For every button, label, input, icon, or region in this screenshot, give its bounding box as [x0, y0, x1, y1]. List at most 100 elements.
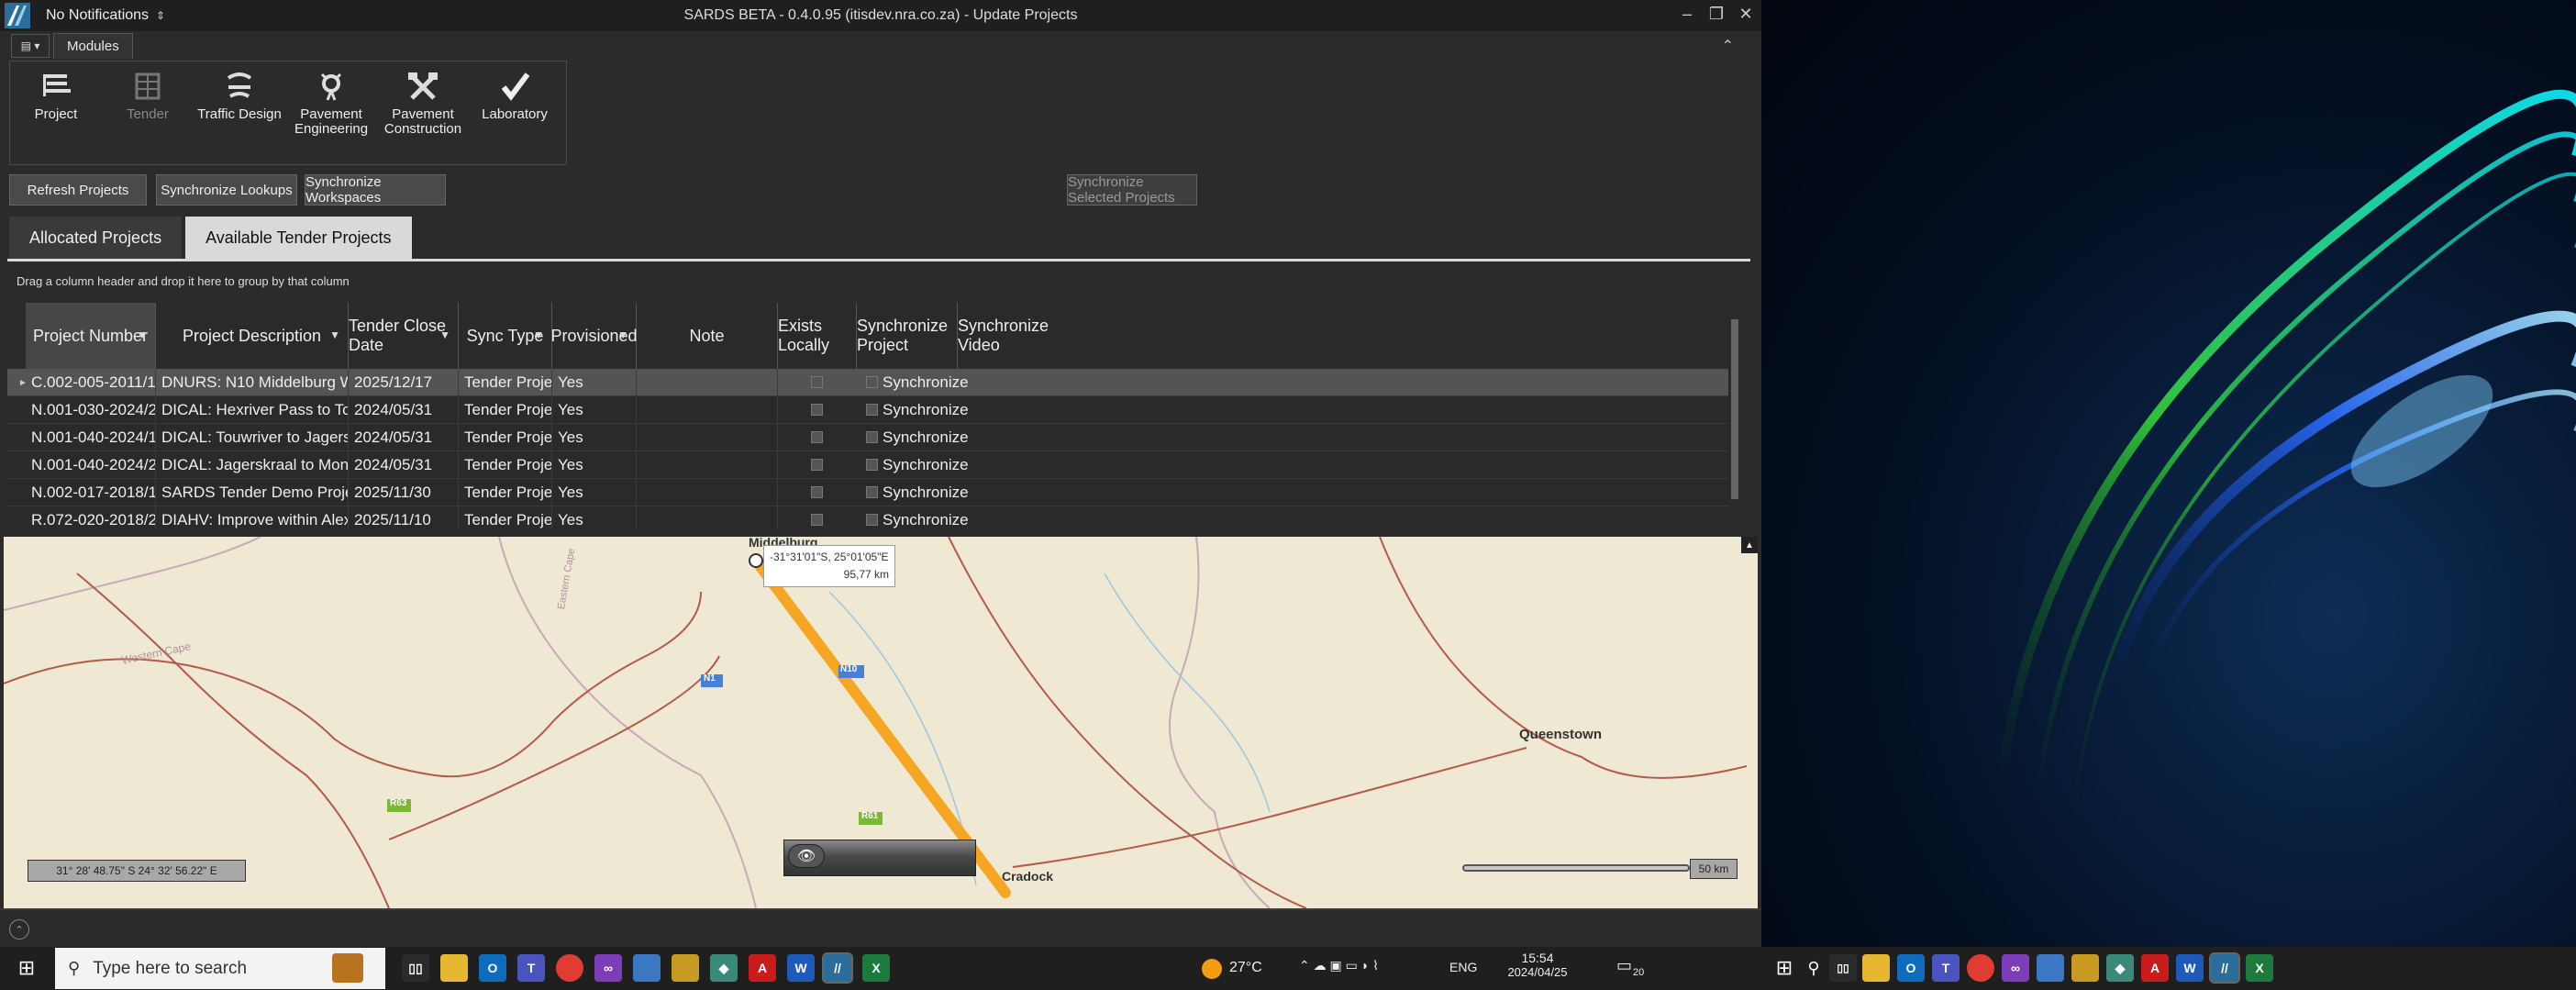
teams-icon[interactable]: T [1932, 954, 1960, 982]
cell-project-description[interactable]: DIAHV: Improve within Alexandria [156, 506, 349, 528]
tab-modules[interactable]: Modules [53, 33, 133, 59]
teams-icon[interactable]: T [517, 954, 545, 982]
cell-sync-type[interactable]: Tender Project [459, 369, 552, 396]
route-start-marker[interactable] [749, 553, 763, 568]
outlook-icon[interactable]: O [1897, 954, 1925, 982]
acrobat-icon[interactable]: A [749, 954, 776, 982]
table-row[interactable]: N.001-040-2024/1 DICAL: Touwriver to Jage… [7, 424, 1732, 451]
cell-note[interactable] [637, 506, 778, 528]
clock[interactable]: 15:54 2024/04/25 [1495, 951, 1580, 979]
cell-note[interactable] [637, 424, 778, 451]
excel-icon[interactable]: X [2246, 954, 2273, 982]
column-header-provisioned[interactable]: Provisioned ▼ [550, 303, 638, 369]
synchronize-checkbox[interactable] [866, 514, 878, 526]
column-header-sync-type[interactable]: Sync Type ▼ [459, 303, 552, 369]
filter-icon[interactable]: ▼ [137, 328, 148, 341]
file-explorer-icon[interactable] [440, 954, 468, 982]
sards-taskbar-icon[interactable]: // [2209, 952, 2240, 984]
scrollbar-thumb[interactable] [1731, 319, 1738, 499]
filter-icon[interactable]: ▼ [533, 328, 544, 341]
tab-available-tender-projects[interactable]: Available Tender Projects [185, 217, 412, 259]
cell-provisioned[interactable]: Yes [552, 506, 637, 528]
diamond-app-icon[interactable]: ◆ [2106, 954, 2134, 982]
expand-panel-icon[interactable]: ⌃ [9, 919, 29, 940]
notifications-dropdown-icon[interactable]: ⇕ [156, 9, 165, 22]
cell-project-description[interactable]: DNURS: N10 Middelburg Walkways [156, 369, 349, 396]
cell-provisioned[interactable]: Yes [552, 479, 637, 506]
word-icon[interactable]: W [2176, 954, 2204, 982]
notifications-label[interactable]: No Notifications [46, 7, 149, 24]
column-header-project-description[interactable]: Project Description ▼ [156, 303, 349, 369]
tools-icon[interactable] [2071, 954, 2099, 982]
outlook-icon[interactable]: O [479, 954, 506, 982]
filter-icon[interactable]: ▼ [439, 328, 450, 341]
grid-vertical-scrollbar[interactable] [1728, 303, 1741, 528]
cell-project-number[interactable]: C.002-005-2011/1 [26, 369, 156, 396]
database-icon[interactable] [2037, 954, 2064, 982]
diamond-app-icon[interactable]: ◆ [710, 954, 738, 982]
cell-note[interactable] [637, 396, 778, 424]
excel-icon[interactable]: X [862, 954, 890, 982]
cell-note[interactable] [637, 369, 778, 396]
synchronize-checkbox[interactable] [866, 376, 878, 388]
synchronize-checkbox[interactable] [866, 459, 878, 471]
table-row[interactable]: R.072-020-2018/2 DIAHV: Improve within Al… [7, 506, 1732, 528]
filter-icon[interactable]: ▼ [617, 328, 628, 341]
table-row[interactable]: N.001-030-2024/2 DICAL: Hexriver Pass to … [7, 396, 1732, 424]
cell-project-description[interactable]: DICAL: Jagerskraal to Monument Rivier [156, 451, 349, 479]
cell-tender-close-date[interactable]: 2024/05/31 [349, 424, 459, 451]
database-icon[interactable] [633, 954, 661, 982]
cell-project-number[interactable]: R.072-020-2018/2 [26, 506, 156, 528]
module-project-button[interactable]: Project [10, 61, 102, 164]
street-view-control[interactable]: 👁 [783, 840, 976, 876]
tools-icon[interactable] [672, 954, 699, 982]
language-indicator[interactable]: ENG [1449, 960, 1477, 974]
system-tray-icons[interactable]: ⌃ ☁ ▣ ▭ ◗ ⌇ [1299, 958, 1379, 973]
filter-icon[interactable]: ▼ [329, 328, 340, 341]
synchronize-selected-projects-button[interactable]: Synchronize Selected Projects [1067, 174, 1197, 206]
cell-sync-type[interactable]: Tender Project [459, 451, 552, 479]
minimize-icon[interactable]: – [1677, 4, 1697, 24]
cell-tender-close-date[interactable]: 2024/05/31 [349, 451, 459, 479]
task-view-icon[interactable]: ▯▯ [402, 954, 429, 982]
cell-project-number[interactable]: N.001-040-2024/1 [26, 424, 156, 451]
start-icon[interactable]: ⊞ [1771, 954, 1798, 982]
table-row[interactable]: N.001-040-2024/2 DICAL: Jagerskraal to Mo… [7, 451, 1732, 479]
cell-sync-type[interactable]: Tender Project [459, 479, 552, 506]
eye-icon[interactable]: 👁 [788, 844, 825, 868]
chrome-icon[interactable] [1967, 954, 1994, 982]
cell-note[interactable] [637, 479, 778, 506]
module-tender-button[interactable]: Tender [102, 61, 194, 164]
column-header-tender-close-date[interactable]: Tender Close Date ▼ [349, 303, 459, 369]
column-header-note[interactable]: Note [637, 303, 778, 369]
cell-tender-close-date[interactable]: 2025/12/17 [349, 369, 459, 396]
close-icon[interactable]: ✕ [1736, 4, 1756, 24]
cell-provisioned[interactable]: Yes [552, 369, 637, 396]
start-icon[interactable]: ⊞ [13, 954, 40, 982]
cell-sync-type[interactable]: Tender Project [459, 506, 552, 528]
cell-project-number[interactable]: N.001-030-2024/2 [26, 396, 156, 424]
module-laboratory-button[interactable]: Laboratory [469, 61, 561, 164]
cell-sync-type[interactable]: Tender Project [459, 396, 552, 424]
column-header-synchronize-project[interactable]: Synchronize Project [857, 303, 958, 369]
visual-studio-icon[interactable]: ∞ [594, 954, 622, 982]
column-header-synchronize-video[interactable]: Synchronize Video [958, 303, 1053, 369]
cell-project-description[interactable]: SARDS Tender Demo Project [156, 479, 349, 506]
chrome-icon[interactable] [556, 954, 583, 982]
cell-provisioned[interactable]: Yes [552, 396, 637, 424]
column-header-exists-locally[interactable]: Exists Locally [778, 303, 857, 369]
app-menu-button[interactable]: ▤ ▾ [11, 34, 50, 58]
cell-project-description[interactable]: DICAL: Touwriver to Jagerskraal [156, 424, 349, 451]
cell-provisioned[interactable]: Yes [552, 424, 637, 451]
file-explorer-icon[interactable] [1862, 954, 1890, 982]
notification-center-icon[interactable]: ▭ [1616, 956, 1632, 975]
word-icon[interactable]: W [787, 954, 815, 982]
module-pavement-engineering-button[interactable]: Pavement Engineering [285, 61, 377, 164]
cell-tender-close-date[interactable]: 2025/11/30 [349, 479, 459, 506]
cell-project-number[interactable]: N.001-040-2024/2 [26, 451, 156, 479]
taskbar-search[interactable]: ⚲ Type here to search [55, 948, 385, 989]
table-row[interactable]: ►C.002-005-2011/1DNURS: N10 Middelburg W… [7, 369, 1732, 396]
map-view[interactable]: Middelburg Queenstown Cradock Western Ca… [4, 537, 1758, 908]
cell-project-number[interactable]: N.002-017-2018/1 [26, 479, 156, 506]
synchronize-lookups-button[interactable]: Synchronize Lookups [156, 174, 297, 206]
